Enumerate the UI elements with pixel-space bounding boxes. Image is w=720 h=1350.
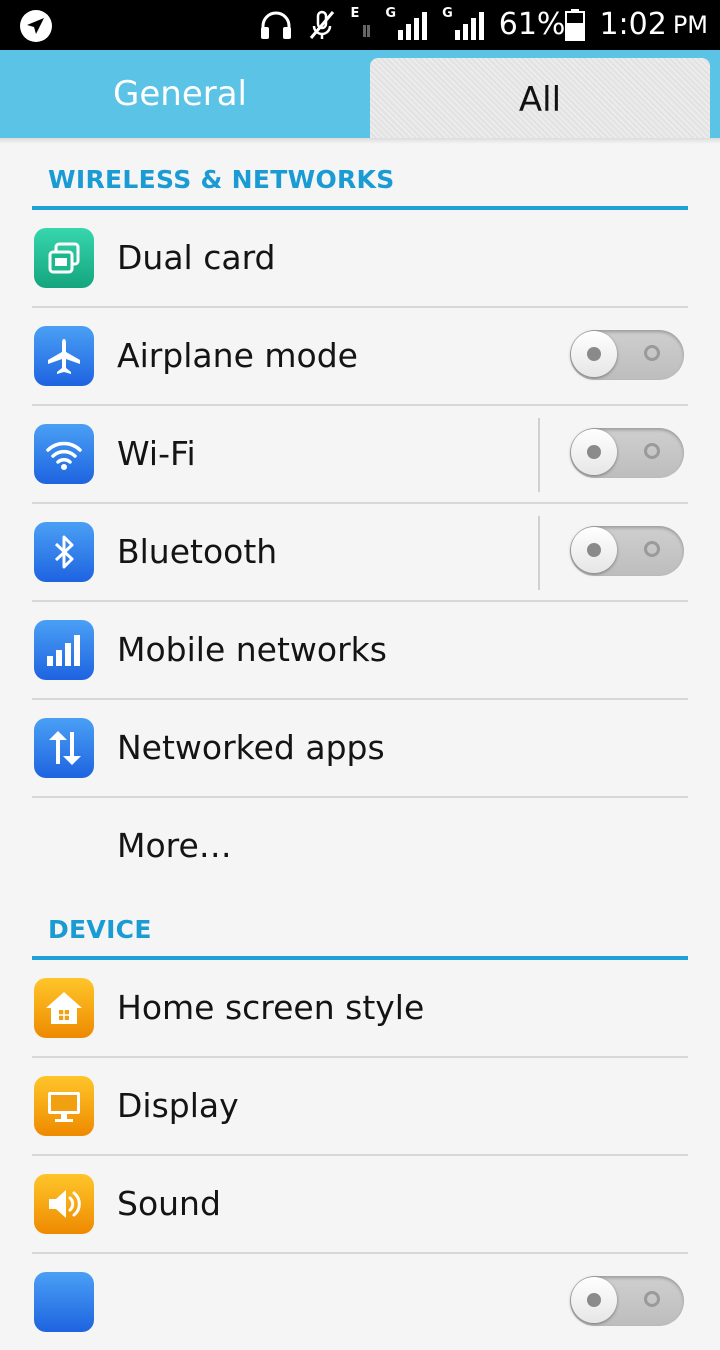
- divider: [538, 516, 540, 590]
- dual-card-icon: [34, 228, 94, 288]
- setting-label: Wi-Fi: [117, 434, 196, 473]
- sound-icon: [34, 1174, 94, 1234]
- bluetooth-icon: [34, 522, 94, 582]
- toggle-knob: [571, 1277, 617, 1323]
- setting-wifi[interactable]: Wi-Fi: [32, 406, 688, 504]
- section-header-device: DEVICE: [32, 904, 688, 960]
- section-header-wireless: WIRELESS & NETWORKS: [32, 154, 688, 210]
- tab-shadow: [0, 138, 720, 144]
- partial-icon: [34, 1272, 94, 1332]
- mute-icon: [309, 10, 334, 39]
- clock: 1:02 PM: [599, 0, 708, 50]
- setting-display[interactable]: Display: [32, 1058, 688, 1156]
- setting-next-partial[interactable]: [32, 1254, 688, 1350]
- battery-percent: 61%: [498, 7, 566, 42]
- signal-icon: [454, 12, 484, 40]
- setting-label: Home screen style: [117, 988, 425, 1027]
- signal-3: G: [442, 6, 485, 40]
- section-title: DEVICE: [48, 915, 152, 944]
- signal-2: G: [385, 6, 428, 40]
- setting-label: Airplane mode: [117, 336, 358, 375]
- network-type-e: E: [350, 5, 360, 21]
- time: 1:02: [599, 7, 667, 42]
- toggle-knob: [571, 331, 617, 377]
- signal-1: E: [351, 6, 372, 39]
- ampm: PM: [672, 11, 708, 39]
- headset-icon: [260, 11, 291, 39]
- display-icon: [34, 1076, 94, 1136]
- toggle-knob: [571, 527, 617, 573]
- data-arrows-icon: [363, 25, 371, 37]
- setting-sound[interactable]: Sound: [32, 1156, 688, 1254]
- status-bar: E G G 61% 1:02 PM: [0, 0, 720, 50]
- toggle-off-ring: [644, 541, 660, 557]
- tab-general[interactable]: General: [0, 50, 360, 138]
- setting-label: Mobile networks: [117, 630, 387, 669]
- setting-networked-apps[interactable]: Networked apps: [32, 700, 688, 798]
- wifi-icon: [34, 424, 94, 484]
- mobile-networks-icon: [34, 620, 94, 680]
- setting-label: Display: [117, 1086, 239, 1125]
- battery-icon: [565, 9, 586, 41]
- divider: [538, 418, 540, 492]
- setting-label: Dual card: [117, 238, 276, 277]
- setting-dual-card[interactable]: Dual card: [32, 210, 688, 308]
- network-type-g2: G: [442, 5, 453, 21]
- section-title: WIRELESS & NETWORKS: [48, 165, 395, 194]
- setting-label: Sound: [117, 1184, 221, 1223]
- setting-bluetooth[interactable]: Bluetooth: [32, 504, 688, 602]
- tab-all[interactable]: All: [370, 58, 710, 142]
- setting-mobile-networks[interactable]: Mobile networks: [32, 602, 688, 700]
- setting-label: Bluetooth: [117, 532, 278, 571]
- setting-more[interactable]: More…: [32, 798, 688, 894]
- airplane-mode-toggle[interactable]: [570, 330, 684, 380]
- toggle-off-ring: [644, 443, 660, 459]
- navigation-icon: [20, 10, 52, 42]
- bluetooth-toggle[interactable]: [570, 526, 684, 576]
- tab-bar: General All: [0, 50, 720, 142]
- setting-label: More…: [117, 826, 232, 865]
- setting-label: Networked apps: [117, 728, 385, 767]
- setting-airplane-mode[interactable]: Airplane mode: [32, 308, 688, 406]
- airplane-icon: [34, 326, 94, 386]
- battery: 61%: [499, 0, 586, 50]
- wifi-toggle[interactable]: [570, 428, 684, 478]
- toggle-knob: [571, 429, 617, 475]
- networked-apps-icon: [34, 718, 94, 778]
- home-icon: [34, 978, 94, 1038]
- setting-home-screen-style[interactable]: Home screen style: [32, 960, 688, 1058]
- toggle-off-ring: [644, 1291, 660, 1307]
- network-type-g1: G: [385, 5, 397, 21]
- toggle-off-ring: [644, 345, 660, 361]
- signal-icon: [398, 12, 428, 40]
- partial-toggle[interactable]: [570, 1276, 684, 1326]
